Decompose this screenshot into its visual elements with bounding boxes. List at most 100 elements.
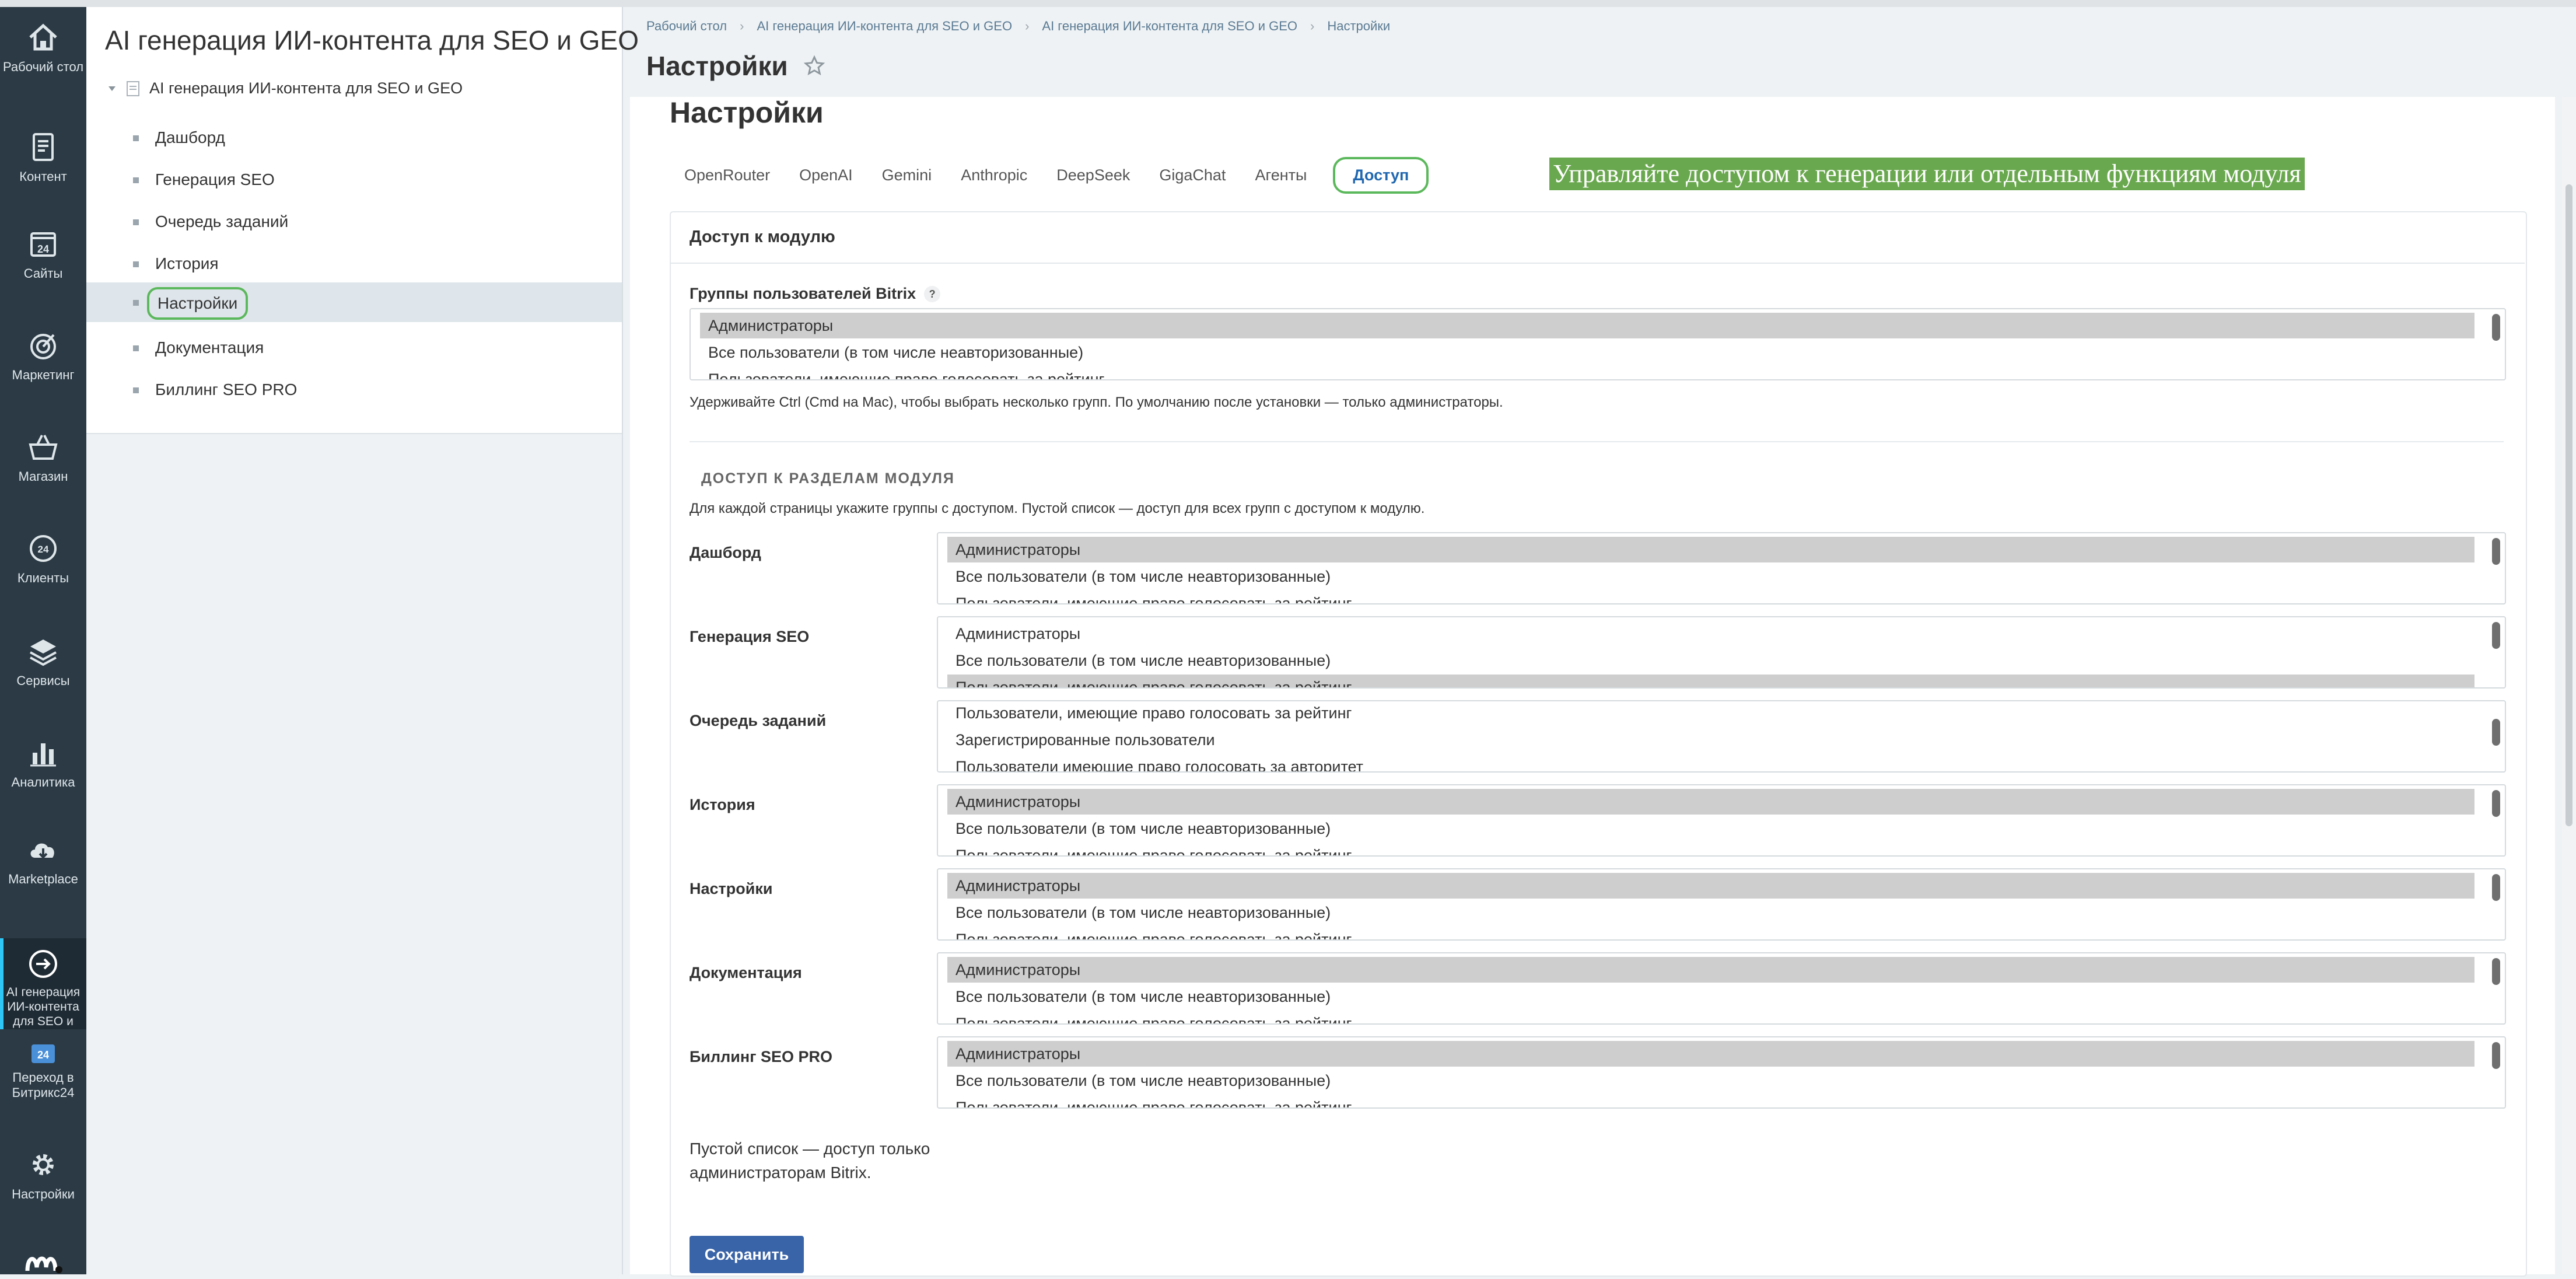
rail-item-bitrix24[interactable]: 24 Переход в Битрикс24 [0, 1042, 86, 1100]
select-option[interactable]: Пользователи, имеющие право голосовать з… [947, 927, 2474, 939]
tree-item-label: История [155, 254, 219, 272]
rail-item-shop[interactable]: Магазин [0, 429, 86, 484]
tree-item-label: Очередь заданий [155, 212, 289, 230]
select-option[interactable]: Пользователи, имеющие право голосовать з… [947, 701, 2474, 726]
select-option[interactable]: Пользователи, имеющие право голосовать з… [947, 675, 2474, 687]
select-option[interactable]: Все пользователи (в том числе неавторизо… [947, 1068, 2474, 1093]
page-scrollbar[interactable] [2562, 97, 2576, 1274]
tab-openrouter[interactable]: OpenRouter [670, 160, 785, 190]
tree-root-label: AI генерация ИИ-контента для SEO и GEO [149, 79, 463, 97]
access-select-dashboard[interactable]: Администраторы Все пользователи (в том ч… [937, 532, 2506, 604]
rail-label: Аналитика [11, 775, 75, 789]
rail-item-logo[interactable] [0, 1244, 86, 1279]
select-option[interactable]: Все пользователи (в том числе неавторизо… [947, 984, 2474, 1009]
select-option[interactable]: Пользователи имеющие право голосовать за… [947, 754, 2474, 771]
select-option[interactable]: Администраторы [947, 873, 2474, 899]
access-select-settings[interactable]: Администраторы Все пользователи (в том ч… [937, 868, 2506, 941]
rail-item-services[interactable]: Сервисы [0, 634, 86, 689]
access-select-task-queue[interactable]: Пользователи, имеющие право голосовать з… [937, 700, 2506, 773]
save-button[interactable]: Сохранить [690, 1236, 804, 1273]
select-option[interactable]: Администраторы [947, 1041, 2474, 1067]
select-option[interactable]: Пользователи, имеющие право голосовать з… [947, 1095, 2474, 1107]
breadcrumb-link[interactable]: AI генерация ИИ-контента для SEO и GEO [757, 19, 1012, 33]
select-option[interactable]: Все пользователи (в том числе неавторизо… [947, 648, 2474, 673]
rail-item-sites[interactable]: 24 Сайты [0, 226, 86, 281]
access-row-label: Дашборд [690, 544, 761, 561]
tab-deepseek[interactable]: DeepSeek [1042, 160, 1144, 190]
select-scrollbar[interactable] [2492, 874, 2500, 901]
select-scrollbar[interactable] [2492, 622, 2500, 649]
basket-icon [29, 435, 58, 460]
calendar-24-icon: 24 [30, 232, 56, 257]
module-tree-title: AI генерация ИИ-контента для SEO и GEO [105, 25, 639, 55]
select-scrollbar[interactable] [2492, 790, 2500, 817]
select-scrollbar[interactable] [2492, 314, 2500, 341]
star-icon[interactable] [803, 55, 825, 77]
access-select-history[interactable]: Администраторы Все пользователи (в том ч… [937, 784, 2506, 857]
tree-item-dashboard[interactable]: Дашборд [86, 118, 622, 158]
rail-item-desktop[interactable]: Рабочий стол [0, 20, 86, 75]
rail-label: Магазин [18, 469, 68, 484]
tab-access[interactable]: Доступ [1333, 156, 1429, 194]
user-groups-multiselect[interactable]: Администраторы Все пользователи (в том ч… [690, 308, 2506, 380]
rail-label: Рабочий стол [2, 60, 84, 74]
select-option[interactable]: Администраторы [947, 789, 2474, 815]
rail-item-marketing[interactable]: Маркетинг [0, 328, 86, 383]
select-option[interactable]: Администраторы [700, 313, 2474, 338]
tab-openai[interactable]: OpenAI [785, 160, 867, 190]
tab-agents[interactable]: Агенты [1240, 160, 1321, 190]
content-title: Настройки [670, 96, 824, 129]
rail-item-analytics[interactable]: Аналитика [0, 735, 86, 790]
select-option[interactable]: Администраторы [947, 537, 2474, 562]
select-option[interactable]: Все пользователи (в том числе неавторизо… [947, 816, 2474, 841]
access-select-seo-generation[interactable]: Администраторы Все пользователи (в том ч… [937, 616, 2506, 689]
rail-item-clients[interactable]: 24 Клиенты [0, 531, 86, 586]
tree-item-billing[interactable]: Биллинг SEO PRO [86, 370, 622, 410]
clients-24-icon: 24 [30, 535, 57, 562]
select-option[interactable]: Администраторы [947, 957, 2474, 983]
rail-label: Marketplace [8, 872, 78, 886]
select-option[interactable]: Все пользователи (в том числе неавторизо… [947, 564, 2474, 589]
tree-item-task-queue[interactable]: Очередь заданий [86, 202, 622, 242]
rail-item-content[interactable]: Контент [0, 130, 86, 184]
breadcrumb-link[interactable]: Рабочий стол [646, 19, 727, 33]
tree-root-item[interactable]: AI генерация ИИ-контента для SEO и GEO [107, 79, 463, 97]
rail-item-marketplace[interactable]: Marketplace [0, 832, 86, 887]
select-option[interactable]: Пользователи, имеющие право голосовать з… [700, 366, 2474, 379]
tab-anthropic[interactable]: Anthropic [946, 160, 1042, 190]
tree-item-seo-generation[interactable]: Генерация SEO [86, 160, 622, 200]
select-option[interactable]: Пользователи, имеющие право голосовать з… [947, 843, 2474, 855]
rail-item-settings[interactable]: Настройки [0, 1147, 86, 1202]
breadcrumb-link[interactable]: AI генерация ИИ-контента для SEO и GEO [1042, 19, 1297, 33]
select-scrollbar[interactable] [2492, 1042, 2500, 1069]
tree-item-documentation[interactable]: Документация [86, 328, 622, 368]
arrow-circle-icon [29, 950, 57, 978]
bullet-icon [133, 135, 139, 141]
scrollbar-thumb[interactable] [2566, 184, 2572, 826]
select-option[interactable]: Все пользователи (в том числе неавторизо… [700, 340, 2474, 365]
select-option[interactable]: Зарегистрированные пользователи [947, 727, 2474, 753]
select-scrollbar[interactable] [2492, 719, 2500, 746]
layers-icon [30, 640, 57, 666]
tab-gemini[interactable]: Gemini [867, 160, 947, 190]
access-select-documentation[interactable]: Администраторы Все пользователи (в том ч… [937, 952, 2506, 1025]
tree-item-history[interactable]: История [86, 244, 622, 284]
help-icon[interactable]: ? [924, 285, 941, 302]
select-option[interactable]: Пользователи, имеющие право голосовать з… [947, 590, 2474, 603]
select-option[interactable]: Все пользователи (в том числе неавторизо… [947, 900, 2474, 925]
rail-item-ai-module[interactable]: AI генерация ИИ-контента для SEO и [0, 938, 86, 1029]
gear-icon [33, 1154, 54, 1175]
tab-gigachat[interactable]: GigaChat [1144, 160, 1240, 190]
select-scrollbar[interactable] [2492, 958, 2500, 985]
tree-item-label: Генерация SEO [155, 170, 275, 188]
user-groups-label-text: Группы пользователей Bitrix [690, 285, 916, 302]
select-scrollbar[interactable] [2492, 538, 2500, 565]
bar-chart-icon [30, 743, 56, 767]
tree-item-settings[interactable]: Настройки [86, 282, 622, 322]
select-option[interactable]: Администраторы [947, 621, 2474, 647]
access-row-label: Очередь заданий [690, 712, 827, 729]
select-option[interactable]: Пользователи, имеющие право голосовать з… [947, 1011, 2474, 1023]
collapse-triangle-icon[interactable] [107, 84, 117, 93]
breadcrumb-link[interactable]: Настройки [1327, 19, 1390, 33]
access-select-billing[interactable]: Администраторы Все пользователи (в том ч… [937, 1036, 2506, 1109]
